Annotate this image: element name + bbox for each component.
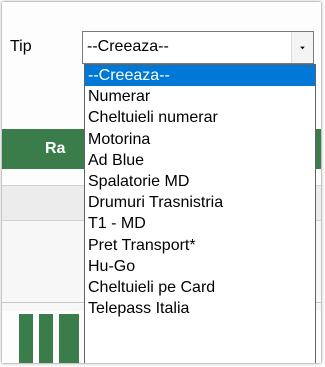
tip-label: Tip: [10, 38, 32, 55]
chevron-down-icon: [300, 46, 305, 49]
dropdown-option[interactable]: Spalatorie MD: [85, 171, 315, 192]
dropdown-option[interactable]: Numerar: [85, 86, 315, 107]
tip-dropdown-list[interactable]: --Creeaza-- Numerar Cheltuieli numerar Moto…: [84, 64, 316, 363]
tip-combobox[interactable]: --Creeaza--: [82, 31, 314, 64]
dropdown-option[interactable]: Cheltuieli pe Card: [85, 277, 315, 298]
dropdown-option[interactable]: Hu-Go: [85, 256, 315, 277]
dropdown-option[interactable]: Cheltuieli numerar: [85, 107, 315, 128]
dropdown-option[interactable]: Ad Blue: [85, 150, 315, 171]
combo-selected-value: --Creeaza--: [87, 38, 169, 55]
dropdown-option[interactable]: Motorina: [85, 129, 315, 150]
combo-dropdown-button[interactable]: [291, 32, 313, 63]
window-frame: Ra Tip --Creeaza-- --Creeaza-- Numerar Che…: [2, 2, 321, 363]
dropdown-option[interactable]: Telepass Italia: [85, 298, 315, 319]
dropdown-option[interactable]: T1 - MD: [85, 213, 315, 234]
dropdown-option[interactable]: --Creeaza--: [85, 65, 315, 87]
green-column-1: [19, 314, 33, 363]
green-column-3: [59, 314, 79, 363]
dropdown-option[interactable]: Pret Transport*: [85, 235, 315, 256]
dropdown-option[interactable]: Drumuri Trasnistria: [85, 192, 315, 213]
green-column-2: [39, 314, 53, 363]
green-bar-label: Ra: [45, 140, 66, 157]
